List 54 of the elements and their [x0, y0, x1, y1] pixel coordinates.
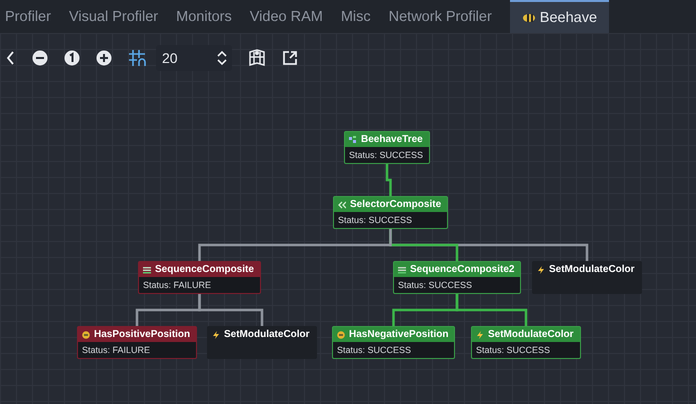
node-title: HasPositivePosition: [94, 329, 190, 340]
node-title: SequenceComposite: [155, 264, 254, 275]
node-status: Status: FAILURE: [143, 280, 212, 290]
sequence-node-icon: [398, 266, 406, 274]
bee-icon: [522, 12, 536, 22]
zoom-in-icon[interactable]: [96, 50, 112, 66]
zoom-reset-icon[interactable]: [64, 50, 80, 66]
tab[interactable]: Profiler: [5, 0, 60, 33]
snap-distance-field[interactable]: 20: [156, 45, 232, 71]
external-link-icon[interactable]: [282, 50, 298, 66]
tree-node[interactable]: SequenceComposite2 Status: SUCCESS: [393, 261, 522, 294]
tree-node[interactable]: SequenceComposite Status: FAILURE: [138, 261, 261, 294]
node-status: Status: FAILURE: [82, 345, 150, 355]
tree-node[interactable]: SetModulateColor: [532, 261, 642, 294]
condition-node-icon: [82, 330, 90, 338]
node-title: SelectorComposite: [350, 199, 442, 210]
tree-node[interactable]: SelectorComposite Status: SUCCESS: [333, 196, 448, 229]
up-down-icon[interactable]: [216, 49, 228, 67]
node-title: BeehaveTree: [361, 134, 423, 145]
tree-node[interactable]: HasPositivePosition Status: FAILURE: [77, 326, 198, 359]
node-status: Status: SUCCESS: [349, 150, 424, 160]
node-title: SetModulateColor: [488, 329, 574, 340]
back-icon[interactable]: [6, 50, 16, 66]
tab[interactable]: Beehave: [510, 0, 610, 33]
node-status: Status: SUCCESS: [476, 345, 550, 355]
node-title: SetModulateColor: [224, 329, 310, 340]
node-title: SequenceComposite2: [410, 264, 514, 275]
node-status: Status: SUCCESS: [337, 345, 412, 355]
grid-snap-icon[interactable]: [128, 49, 146, 67]
tab[interactable]: Misc: [340, 0, 380, 33]
tab[interactable]: Network Profiler: [388, 0, 501, 33]
selector-node-icon: [338, 200, 346, 208]
zoom-out-icon[interactable]: [32, 50, 48, 66]
layout-icon[interactable]: [248, 49, 266, 67]
tree-node[interactable]: SetModulateColor Status: SUCCESS: [471, 326, 581, 359]
tree-node-icon: [349, 136, 357, 144]
tab[interactable]: Monitors: [176, 0, 241, 33]
connector-line: [386, 164, 392, 196]
condition-node-icon: [337, 330, 345, 338]
action-node-icon: [537, 266, 545, 274]
sequence-node-icon: [143, 266, 151, 274]
tree-node[interactable]: HasNegativePosition Status: SUCCESS: [332, 326, 456, 359]
tree-node[interactable]: BeehaveTree Status: SUCCESS: [344, 131, 430, 164]
tree-node[interactable]: SetModulateColor: [207, 326, 317, 359]
node-title: SetModulateColor: [549, 264, 635, 275]
action-node-icon: [476, 330, 484, 338]
connector-line: [392, 294, 458, 326]
tab[interactable]: Visual Profiler: [68, 0, 168, 33]
tab[interactable]: Video RAM: [250, 0, 332, 33]
action-node-icon: [212, 330, 220, 338]
node-title: HasNegativePosition: [349, 329, 448, 340]
connector-line: [136, 294, 201, 326]
node-status: Status: SUCCESS: [338, 215, 412, 225]
node-status: Status: SUCCESS: [398, 280, 472, 290]
